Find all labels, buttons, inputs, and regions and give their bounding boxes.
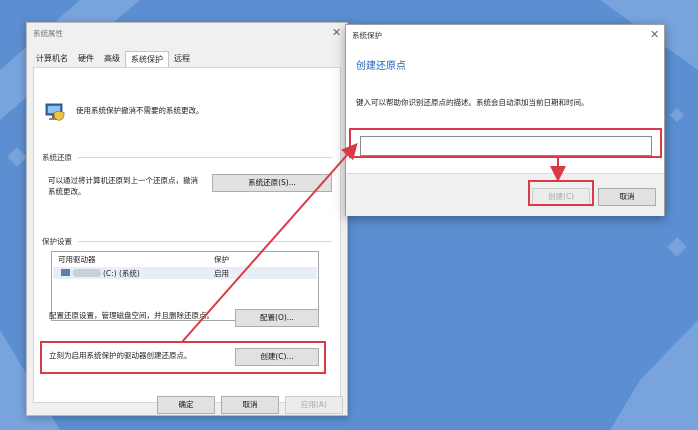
tab-computer-name[interactable]: 计算机名: [31, 51, 73, 66]
protection-status: 启用: [214, 269, 229, 278]
tab-bar: 计算机名 硬件 高级 系统保护 远程: [31, 51, 195, 68]
system-restore-button[interactable]: 系统还原(S)...: [212, 174, 332, 192]
configure-text: 配置还原设置，管理磁盘空间，并且删除还原点。: [49, 311, 214, 320]
tab-advanced[interactable]: 高级: [99, 51, 125, 66]
dialog-title: 系统保护: [352, 31, 382, 40]
create-restore-point-dialog: 系统保护 ✕ 创建还原点 键入可以帮助你识别还原点的描述。系统会自动添加当前日期…: [345, 24, 665, 216]
protection-settings-heading: 保护设置: [42, 237, 72, 246]
drive-icon: [61, 269, 70, 276]
tab-hardware[interactable]: 硬件: [73, 51, 99, 66]
system-restore-heading: 系统还原: [42, 153, 72, 162]
restore-description-line2: 系统更改。: [48, 187, 86, 196]
dialog-heading: 创建还原点: [356, 61, 406, 72]
divider: [78, 241, 332, 242]
highlight-create-button: [528, 180, 594, 206]
window-title: 系统属性: [33, 29, 63, 38]
restore-description-line1: 可以通过将计算机还原到上一个还原点，撤消: [48, 176, 198, 185]
highlight-input: [349, 128, 662, 158]
cancel-button[interactable]: 取消: [221, 396, 279, 414]
computer-shield-icon: [45, 103, 65, 121]
apply-button[interactable]: 应用(A): [285, 396, 343, 414]
blurred-drive-name: [73, 269, 101, 277]
column-header-drive: 可用驱动器: [58, 255, 96, 264]
configure-button[interactable]: 配置(O)...: [235, 309, 319, 327]
dialog-description: 键入可以帮助你识别还原点的描述。系统会自动添加当前日期和时间。: [356, 98, 589, 107]
highlight-create-row: [40, 341, 326, 374]
close-icon[interactable]: ✕: [332, 26, 341, 39]
dialog-footer: 创建(C) 取消: [346, 173, 664, 216]
tab-remote[interactable]: 远程: [169, 51, 195, 66]
tab-system-protection[interactable]: 系统保护: [125, 51, 169, 68]
drive-name: (C:) (系统): [103, 269, 140, 278]
close-icon[interactable]: ✕: [650, 28, 659, 41]
divider: [78, 157, 332, 158]
dialog-cancel-button[interactable]: 取消: [598, 188, 656, 206]
intro-text: 使用系统保护撤消不需要的系统更改。: [76, 106, 204, 115]
column-header-protection: 保护: [214, 255, 229, 264]
ok-button[interactable]: 确定: [157, 396, 215, 414]
table-row[interactable]: (C:) (系统) 启用: [53, 267, 317, 279]
